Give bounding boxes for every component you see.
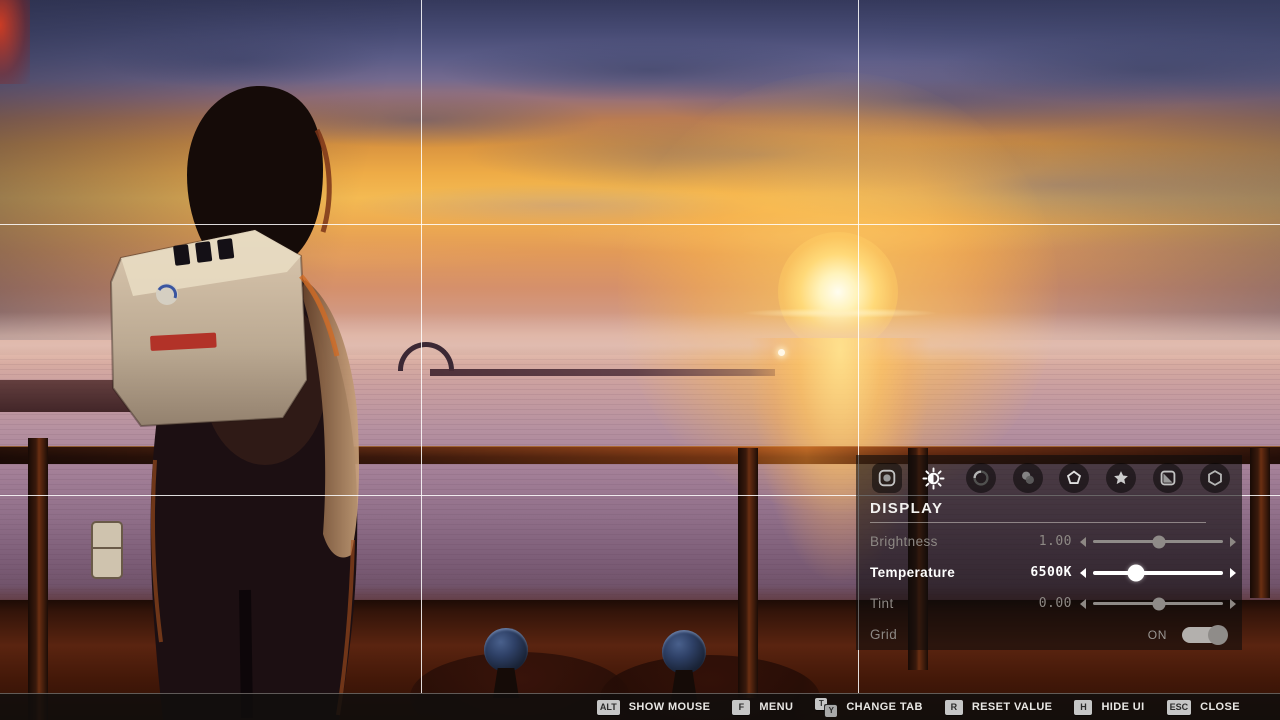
hotkey-show-mouse[interactable]: ALT SHOW MOUSE bbox=[597, 700, 710, 715]
tab-effects[interactable] bbox=[1106, 463, 1136, 493]
frame-icon bbox=[1157, 467, 1179, 489]
slider-tint[interactable] bbox=[1080, 599, 1236, 609]
hotkey-bar: ALT SHOW MOUSE F MENU TY CHANGE TAB R RESET VAL… bbox=[0, 693, 1280, 720]
tab-color[interactable] bbox=[1013, 463, 1043, 493]
settings-rows: Brightness1.00Temperature6500KTint0.00Gr… bbox=[870, 526, 1236, 650]
setting-label: Tint bbox=[870, 596, 998, 611]
key-badge: ALT bbox=[597, 700, 620, 715]
hotkey-label: HIDE UI bbox=[1101, 701, 1144, 713]
astronaut-character bbox=[55, 70, 445, 720]
panel-separator bbox=[870, 522, 1206, 523]
slider-temperature[interactable] bbox=[1080, 568, 1236, 578]
setting-row-tint: Tint0.00 bbox=[870, 588, 1236, 619]
breakwater bbox=[430, 369, 775, 376]
slider-increase-arrow[interactable] bbox=[1230, 599, 1236, 609]
aperture-icon bbox=[1063, 467, 1085, 489]
slider-decrease-arrow[interactable] bbox=[1080, 537, 1086, 547]
grid-line-horizontal-top bbox=[0, 224, 1280, 225]
slider-increase-arrow[interactable] bbox=[1230, 568, 1236, 578]
tab-contrast[interactable] bbox=[966, 463, 996, 493]
hotkey-label: MENU bbox=[759, 701, 793, 713]
tab-display[interactable] bbox=[919, 463, 949, 493]
toggle-knob bbox=[1208, 625, 1228, 645]
slider-brightness[interactable] bbox=[1080, 537, 1236, 547]
tab-aperture[interactable] bbox=[1059, 463, 1089, 493]
setting-label: Temperature bbox=[870, 565, 998, 580]
slider-decrease-arrow[interactable] bbox=[1080, 599, 1086, 609]
key-badge: R bbox=[945, 700, 963, 715]
panel-tabs bbox=[870, 463, 1236, 493]
panel-title: DISPLAY bbox=[870, 500, 1236, 517]
hotkey-label: SHOW MOUSE bbox=[629, 701, 711, 713]
water-glint bbox=[778, 349, 785, 356]
setting-value: 1.00 bbox=[998, 534, 1072, 549]
color-balance-icon bbox=[1017, 467, 1039, 489]
grid-line-vertical-left bbox=[421, 0, 422, 693]
grid-toggle[interactable] bbox=[1182, 627, 1227, 643]
setting-row-grid: GridON bbox=[870, 619, 1236, 650]
tab-stickers[interactable] bbox=[1200, 463, 1230, 493]
slider-increase-arrow[interactable] bbox=[1230, 537, 1236, 547]
photo-mode-screen: DISPLAY Brightness1.00Temperature6500KTi… bbox=[0, 0, 1280, 720]
hotkey-hide-ui[interactable]: H HIDE UI bbox=[1074, 700, 1144, 715]
star-icon bbox=[1110, 467, 1132, 489]
setting-value: 6500K bbox=[998, 565, 1072, 580]
key-badge: ESC bbox=[1167, 700, 1192, 715]
slider-decrease-arrow[interactable] bbox=[1080, 568, 1086, 578]
hotkey-label: RESET VALUE bbox=[972, 701, 1053, 713]
key-combo-badge: TY bbox=[815, 698, 837, 717]
setting-value: 0.00 bbox=[998, 596, 1072, 611]
key-badge: H bbox=[1074, 700, 1092, 715]
setting-row-temperature: Temperature6500K bbox=[870, 557, 1236, 588]
rail-post bbox=[738, 448, 758, 698]
key-badge: Y bbox=[825, 705, 837, 717]
slider-track[interactable] bbox=[1093, 602, 1223, 605]
hotkey-label: CLOSE bbox=[1200, 701, 1240, 713]
contrast-icon bbox=[970, 467, 992, 489]
tab-frames[interactable] bbox=[1153, 463, 1183, 493]
setting-label: Grid bbox=[870, 627, 1148, 642]
slider-track[interactable] bbox=[1093, 540, 1223, 543]
slider-handle[interactable] bbox=[1127, 564, 1144, 581]
setting-row-brightness: Brightness1.00 bbox=[870, 526, 1236, 557]
viewfinder-icon bbox=[876, 467, 898, 489]
toggle-state-label: ON bbox=[1148, 628, 1167, 642]
display-panel: DISPLAY Brightness1.00Temperature6500KTi… bbox=[856, 455, 1242, 650]
sphere-lamp bbox=[662, 630, 706, 674]
key-badge: F bbox=[732, 700, 750, 715]
hotkey-menu[interactable]: F MENU bbox=[732, 700, 793, 715]
rail-post bbox=[1250, 448, 1270, 598]
slider-handle[interactable] bbox=[1153, 535, 1166, 548]
hotkey-close[interactable]: ESC CLOSE bbox=[1167, 700, 1240, 715]
setting-label: Brightness bbox=[870, 534, 998, 549]
tab-camera[interactable] bbox=[872, 463, 902, 493]
hexagon-icon bbox=[1204, 467, 1226, 489]
sphere-lamp bbox=[484, 628, 528, 672]
hotkey-change-tab[interactable]: TY CHANGE TAB bbox=[815, 698, 923, 717]
brightness-icon bbox=[922, 467, 945, 490]
slider-handle[interactable] bbox=[1153, 597, 1166, 610]
slider-track[interactable] bbox=[1093, 571, 1223, 575]
hotkey-reset-value[interactable]: R RESET VALUE bbox=[945, 700, 1053, 715]
corner-glow bbox=[0, 0, 30, 84]
rail-post bbox=[28, 438, 48, 720]
hotkey-label: CHANGE TAB bbox=[846, 701, 923, 713]
